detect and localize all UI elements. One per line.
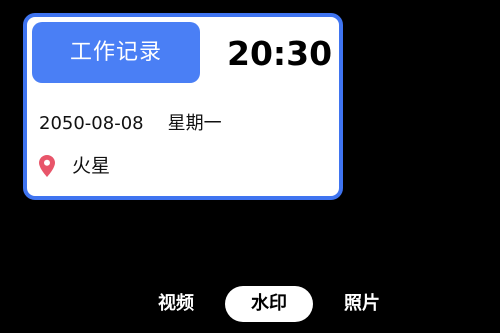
watermark-time: 20:30: [227, 34, 333, 73]
location-pin-icon: [39, 155, 55, 177]
watermark-location: 火星: [39, 154, 110, 178]
mode-selector: 视频 水印 照片: [0, 286, 500, 322]
watermark-weekday: 星期一: [167, 113, 222, 134]
mode-watermark-tab[interactable]: 水印: [225, 286, 313, 322]
watermark-date: 2050-08-08: [39, 113, 144, 134]
watermark-location-text: 火星: [72, 155, 111, 177]
watermark-date-row: 2050-08-08 星期一: [39, 113, 222, 135]
watermark-card[interactable]: 工作记录 20:30 2050-08-08 星期一 火星: [23, 13, 343, 200]
watermark-title-badge: 工作记录: [32, 22, 200, 83]
mode-photo-tab[interactable]: 照片: [334, 286, 390, 322]
camera-screen: 工作记录 20:30 2050-08-08 星期一 火星 视频 水印 照片: [0, 0, 500, 333]
mode-video-tab[interactable]: 视频: [148, 286, 204, 322]
